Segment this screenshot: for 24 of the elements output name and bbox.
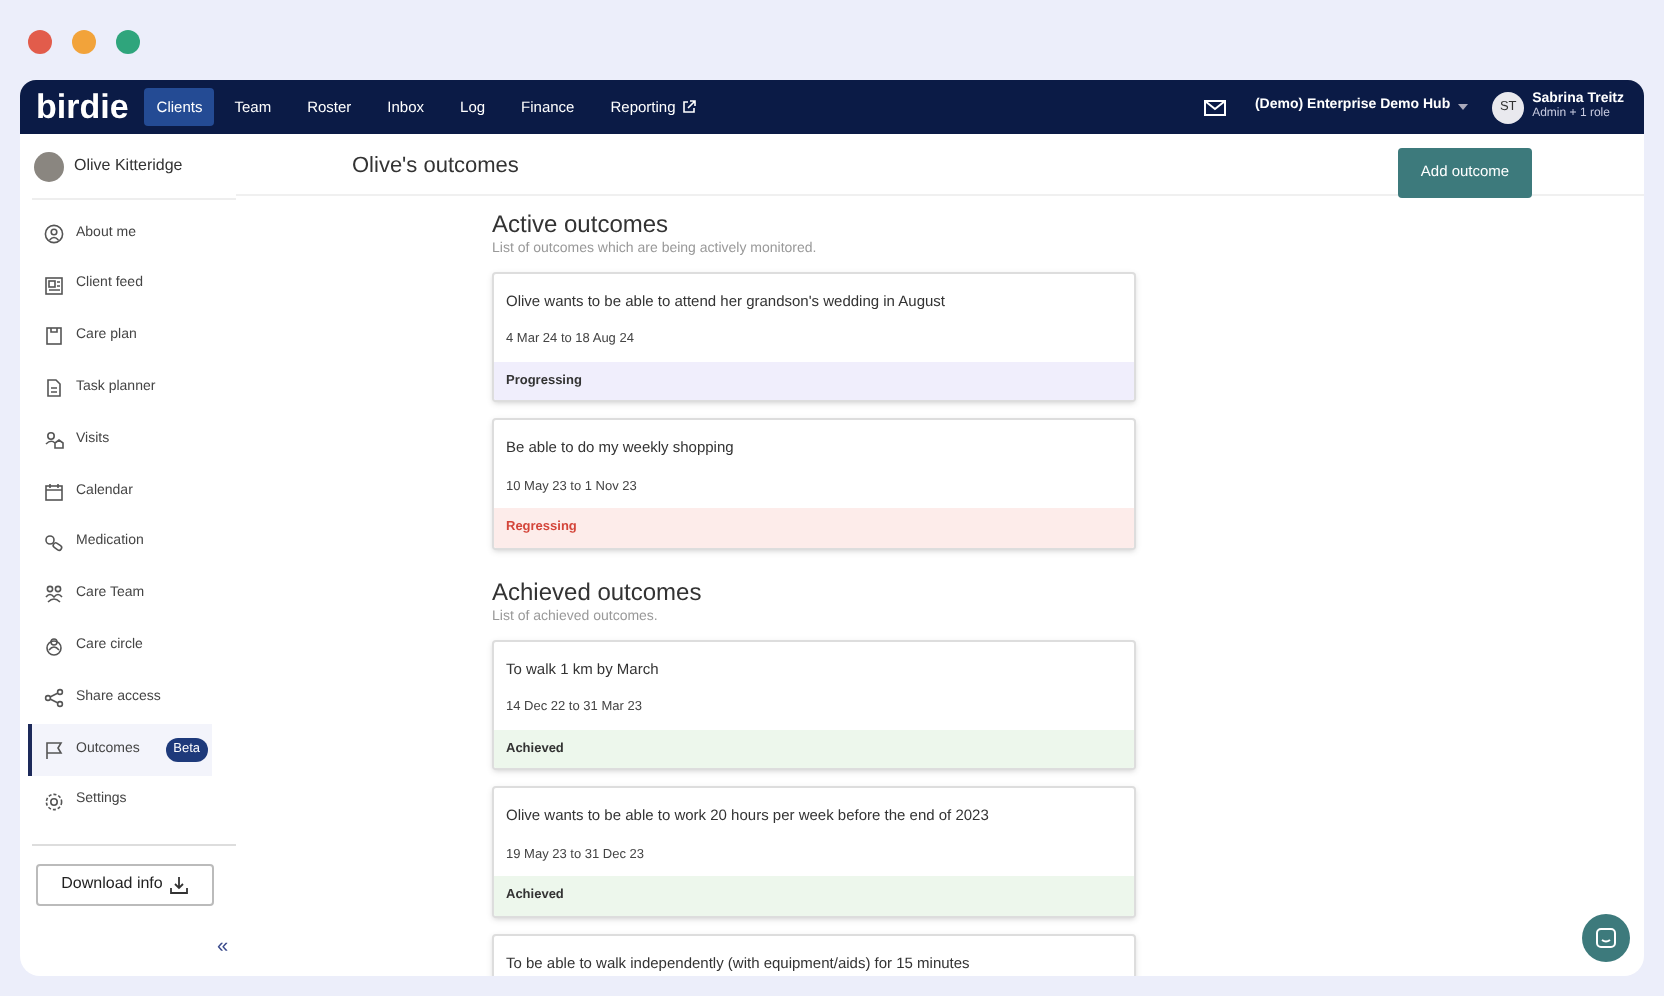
download-icon <box>170 875 189 894</box>
section-title: Achieved outcomes <box>492 578 704 608</box>
client-avatar <box>34 151 64 181</box>
caret-icon <box>1458 104 1469 110</box>
page-title: Olive's outcomes <box>352 151 519 182</box>
newspaper-icon <box>44 275 64 296</box>
section-title: Active outcomes <box>492 210 671 240</box>
person-circle-icon <box>44 223 64 244</box>
clipboard-icon <box>44 326 64 347</box>
client-name: Olive Kitteridge <box>74 154 183 178</box>
share-icon <box>44 688 64 709</box>
flag-icon <box>44 739 64 760</box>
calendar-icon <box>44 481 64 502</box>
download-info-button[interactable]: Download info <box>36 863 214 906</box>
mail-icon[interactable] <box>1204 99 1227 115</box>
logo[interactable]: birdie <box>36 90 129 124</box>
pills-icon <box>44 533 64 554</box>
gear-icon <box>44 791 64 812</box>
group-circle-icon <box>44 636 64 657</box>
people-icon <box>44 584 64 605</box>
collapse-sidebar-button[interactable]: « <box>216 938 228 958</box>
person-house-icon <box>44 430 64 451</box>
chat-icon <box>1596 928 1616 948</box>
document-icon <box>44 378 64 399</box>
